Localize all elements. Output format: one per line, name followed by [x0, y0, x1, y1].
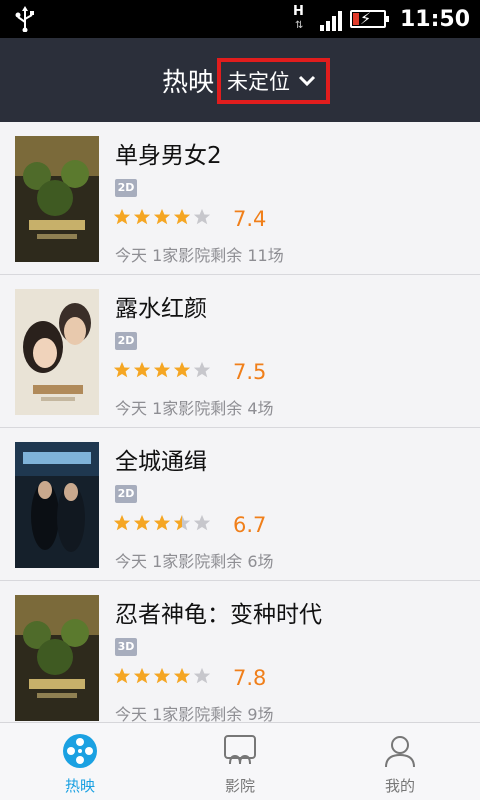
signal-icon — [319, 7, 342, 31]
location-label: 未定位 — [227, 70, 290, 94]
movie-list[interactable]: 单身男女2 2D 7.4 今天 1家影院剩余 11场 露水红颜 2D 7.5 今… — [0, 122, 480, 722]
tab-mine[interactable]: 我的 — [320, 723, 480, 800]
movie-item[interactable]: 露水红颜 2D 7.5 今天 1家影院剩余 4场 — [0, 275, 480, 428]
movie-item[interactable]: 全城通缉 2D 6.7 今天 1家影院剩余 6场 — [0, 428, 480, 581]
movie-item[interactable]: 忍者神龟：变种时代 3D 7.8 今天 1家影院剩余 9场 — [0, 581, 480, 722]
star-full-icon — [133, 361, 151, 378]
star-full-icon — [113, 514, 131, 531]
tab-label: 我的 — [384, 777, 415, 795]
network-h-icon: H ⇅ — [292, 4, 304, 31]
star-full-icon — [133, 208, 151, 225]
battery-charging-icon: ⚡ — [349, 9, 389, 28]
star-empty-icon — [193, 514, 211, 531]
rating-score: 7.4 — [233, 207, 267, 231]
star-full-icon — [173, 361, 191, 378]
movie-title: 全城通缉 — [115, 449, 207, 475]
showtime-info: 今天 1家影院剩余 4场 — [115, 399, 274, 418]
format-badge: 2D — [115, 179, 137, 197]
movie-item[interactable]: 单身男女2 2D 7.4 今天 1家影院剩余 11场 — [0, 122, 480, 275]
tab-label: 影院 — [224, 777, 255, 795]
movie-title: 单身男女2 — [115, 143, 222, 169]
usb-icon — [15, 6, 34, 32]
star-full-icon — [113, 361, 131, 378]
rating-score: 7.5 — [233, 360, 267, 384]
star-full-icon — [133, 667, 151, 684]
status-bar: H ⇅ ⚡ 11:50 — [0, 0, 480, 38]
movie-poster — [15, 136, 99, 262]
star-full-icon — [173, 667, 191, 684]
star-full-icon — [133, 514, 151, 531]
star-rating — [113, 667, 211, 685]
user-icon — [385, 736, 415, 768]
showtime-info: 今天 1家影院剩余 11场 — [115, 246, 284, 265]
film-reel-icon — [63, 734, 97, 768]
star-rating — [113, 208, 211, 226]
format-badge: 2D — [115, 485, 137, 503]
showtime-info: 今天 1家影院剩余 6场 — [115, 552, 274, 571]
movie-title: 忍者神龟：变种时代 — [115, 602, 322, 628]
movie-poster — [15, 289, 99, 415]
star-half-icon — [173, 514, 191, 531]
location-selector[interactable]: 未定位 — [217, 58, 330, 104]
format-badge: 3D — [115, 638, 137, 656]
movie-poster — [15, 442, 99, 568]
app-header: 热映 未定位 — [0, 38, 480, 122]
star-empty-icon — [193, 361, 211, 378]
tab-cinemas[interactable]: 影院 — [160, 723, 320, 800]
tab-now-showing[interactable]: 热映 — [0, 723, 160, 800]
showtime-info: 今天 1家影院剩余 9场 — [115, 705, 274, 722]
star-full-icon — [113, 208, 131, 225]
rating-score: 6.7 — [233, 513, 267, 537]
status-time: 11:50 — [399, 6, 470, 32]
chevron-down-icon — [298, 75, 316, 87]
star-full-icon — [153, 514, 171, 531]
star-full-icon — [113, 667, 131, 684]
page-title: 热映 — [162, 68, 215, 98]
tab-label: 热映 — [64, 777, 95, 795]
movie-poster — [15, 595, 99, 721]
star-full-icon — [153, 361, 171, 378]
bottom-nav: 热映 影院 我的 — [0, 722, 480, 800]
star-rating — [113, 514, 211, 532]
rating-score: 7.8 — [233, 666, 267, 690]
format-badge: 2D — [115, 332, 137, 350]
star-rating — [113, 361, 211, 379]
cinema-seats-icon — [224, 735, 256, 765]
star-full-icon — [153, 667, 171, 684]
movie-title: 露水红颜 — [115, 296, 207, 322]
star-empty-icon — [193, 667, 211, 684]
star-full-icon — [153, 208, 171, 225]
star-full-icon — [173, 208, 191, 225]
star-empty-icon — [193, 208, 211, 225]
